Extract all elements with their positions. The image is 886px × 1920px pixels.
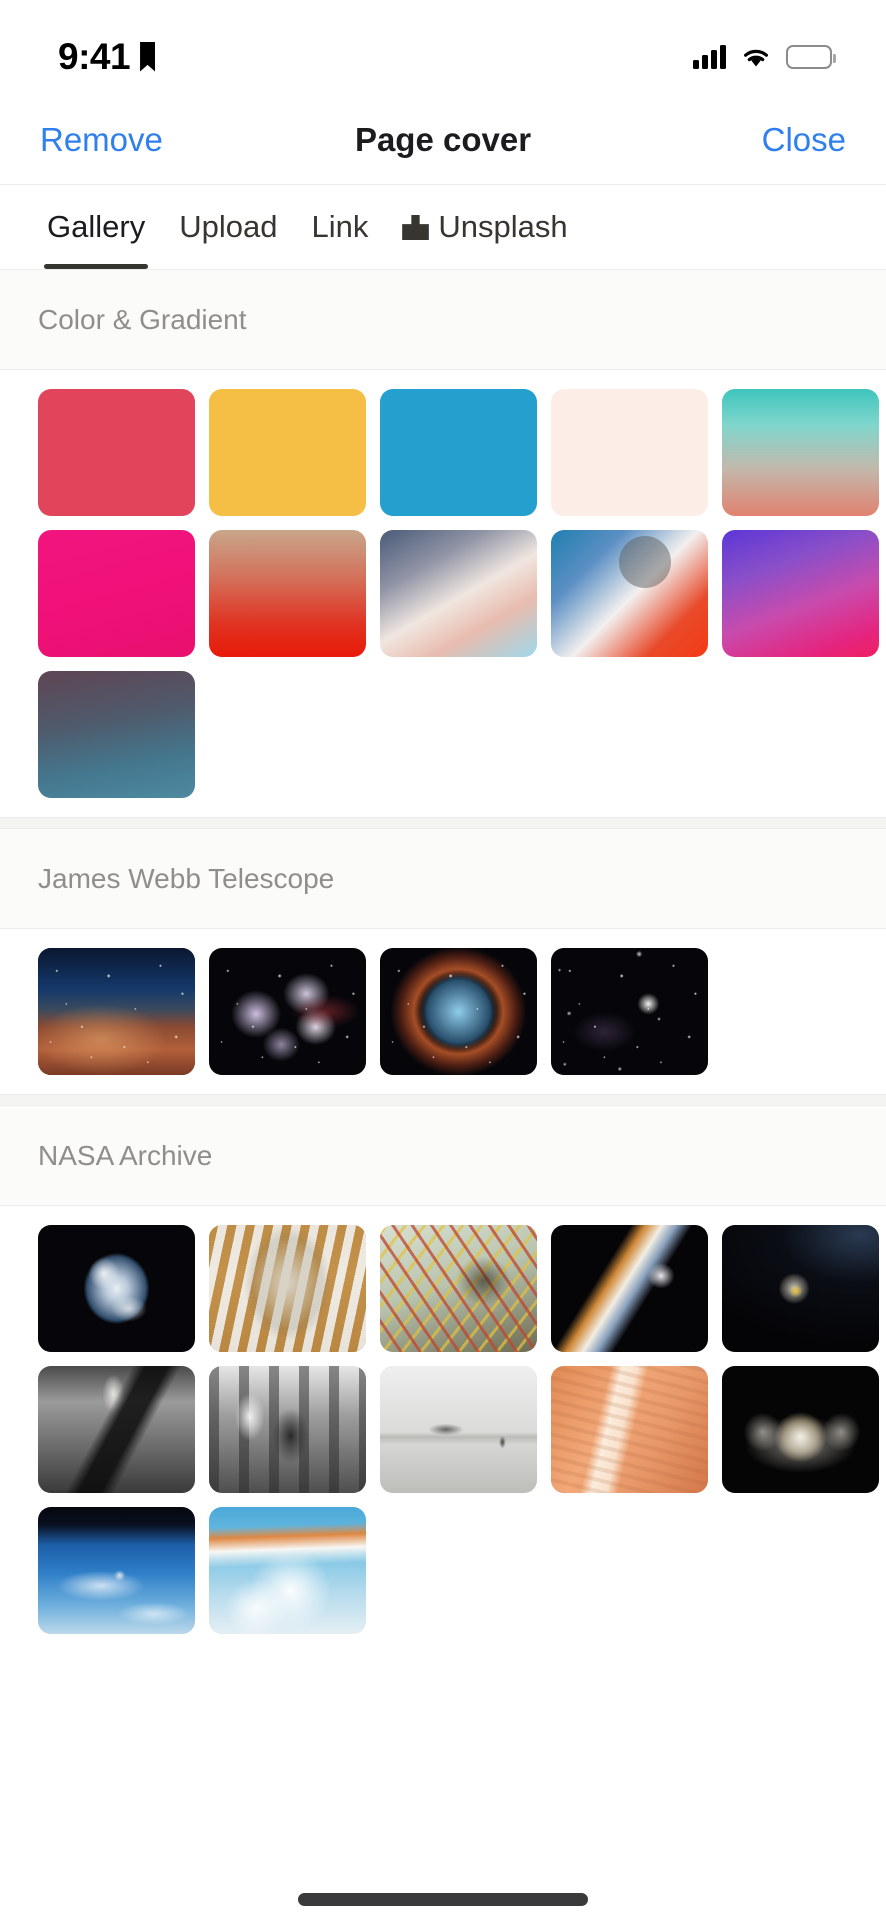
tab-bar: Gallery Upload Link Unsplash bbox=[0, 185, 886, 270]
grid-nasa-archive bbox=[0, 1206, 886, 1653]
swatch-tan-to-red[interactable] bbox=[209, 530, 366, 657]
swatch-steel-blue[interactable] bbox=[38, 671, 195, 798]
cellular-bars-icon bbox=[693, 44, 726, 69]
cover-image-cosmic-cliffs-carina-nebula[interactable] bbox=[38, 948, 195, 1075]
tab-label: Unsplash bbox=[438, 209, 568, 244]
section-header-color-gradient: Color & Gradient bbox=[0, 270, 886, 370]
home-indicator[interactable] bbox=[298, 1893, 588, 1906]
cover-image-astronaut-spacewalk-orbit[interactable] bbox=[551, 1225, 708, 1352]
cover-image-shuttle-launch-clouds[interactable] bbox=[209, 1507, 366, 1634]
cover-gallery-scroll[interactable]: Color & Gradient James Webb Telescope NASA… bbox=[0, 270, 886, 1653]
status-bar-left: 9:41 bbox=[58, 35, 156, 78]
status-bar-time: 9:41 bbox=[58, 35, 131, 77]
cover-image-vehicle-assembly-corridor[interactable] bbox=[209, 1225, 366, 1352]
swatch-blue-white-red[interactable] bbox=[551, 530, 708, 657]
page-cover-picker-screen: 9:41 Remove Page cover Close Gallery Uplo… bbox=[0, 0, 886, 1920]
swatch-magenta[interactable] bbox=[38, 530, 195, 657]
tab-label: Link bbox=[311, 209, 369, 244]
nav-bar: Remove Page cover Close bbox=[0, 95, 886, 185]
status-bar-right bbox=[693, 44, 836, 69]
cover-image-wright-flyer-first-flight[interactable] bbox=[380, 1366, 537, 1493]
swatch-red[interactable] bbox=[38, 389, 195, 516]
cover-image-mission-control-technicians[interactable] bbox=[209, 1366, 366, 1493]
bookmark-icon bbox=[140, 41, 156, 72]
unsplash-logo-icon bbox=[402, 214, 430, 240]
section-divider bbox=[0, 817, 886, 829]
tab-upload[interactable]: Upload bbox=[162, 185, 294, 269]
cover-image-spacecraft-over-earth[interactable] bbox=[38, 1507, 195, 1634]
section-divider bbox=[0, 1094, 886, 1106]
tab-label: Gallery bbox=[47, 209, 146, 244]
swatch-blue[interactable] bbox=[380, 389, 537, 516]
tab-label: Upload bbox=[179, 209, 278, 244]
swatch-violet-to-pink[interactable] bbox=[722, 530, 879, 657]
section-title: Color & Gradient bbox=[38, 303, 247, 335]
battery-full-icon bbox=[786, 44, 836, 69]
tab-unsplash[interactable]: Unsplash bbox=[385, 185, 584, 269]
wifi-icon bbox=[744, 49, 768, 66]
close-button[interactable]: Close bbox=[758, 115, 850, 165]
swatch-yellow[interactable] bbox=[209, 389, 366, 516]
grid-james-webb-telescope bbox=[0, 929, 886, 1094]
remove-cover-button[interactable]: Remove bbox=[36, 115, 167, 165]
cover-image-spacecraft-scaffolding-engineers[interactable] bbox=[380, 1225, 537, 1352]
cover-image-stephans-quintet[interactable] bbox=[209, 948, 366, 1075]
swatch-slate-to-rose[interactable] bbox=[380, 530, 537, 657]
cover-image-southern-ring-nebula[interactable] bbox=[380, 948, 537, 1075]
section-header-james-webb-telescope: James Webb Telescope bbox=[0, 829, 886, 929]
cover-image-night-rocket-launch[interactable] bbox=[722, 1366, 879, 1493]
cover-image-webb-deep-field[interactable] bbox=[551, 948, 708, 1075]
section-title: NASA Archive bbox=[38, 1139, 213, 1171]
grid-color-gradient bbox=[0, 370, 886, 817]
cover-image-astronaut-on-moon-surface[interactable] bbox=[38, 1366, 195, 1493]
status-bar: 9:41 bbox=[0, 0, 886, 95]
cover-image-earth-from-space-blue-marble[interactable] bbox=[38, 1225, 195, 1352]
swatch-teal-to-rose[interactable] bbox=[722, 389, 879, 516]
tab-link[interactable]: Link bbox=[294, 185, 385, 269]
tab-gallery[interactable]: Gallery bbox=[30, 185, 162, 269]
cover-image-mars-surface-cliff[interactable] bbox=[551, 1366, 708, 1493]
cover-image-lunar-module-in-space[interactable] bbox=[722, 1225, 879, 1352]
swatch-peach[interactable] bbox=[551, 389, 708, 516]
section-title: James Webb Telescope bbox=[38, 862, 335, 894]
section-header-nasa-archive: NASA Archive bbox=[0, 1106, 886, 1206]
